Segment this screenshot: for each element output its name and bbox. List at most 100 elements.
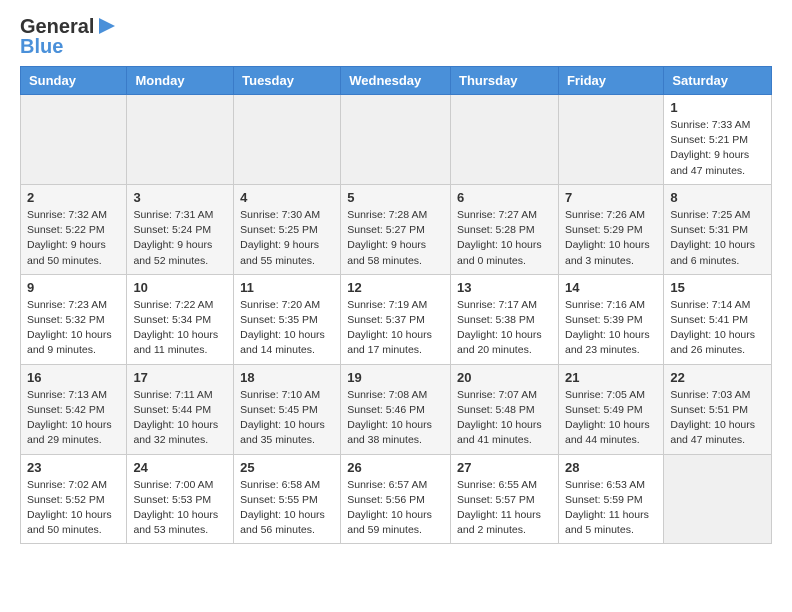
- calendar-day: [127, 95, 234, 185]
- day-info: Sunrise: 7:13 AM Sunset: 5:42 PM Dayligh…: [27, 388, 120, 449]
- day-info: Sunrise: 6:57 AM Sunset: 5:56 PM Dayligh…: [347, 478, 444, 539]
- day-number: 14: [565, 280, 657, 295]
- day-number: 16: [27, 370, 120, 385]
- day-info: Sunrise: 7:22 AM Sunset: 5:34 PM Dayligh…: [133, 298, 227, 359]
- calendar-day: 21 Sunrise: 7:05 AM Sunset: 5:49 PM Dayli…: [558, 364, 663, 454]
- day-number: 4: [240, 190, 334, 205]
- calendar-day: 8 Sunrise: 7:25 AM Sunset: 5:31 PM Daylig…: [664, 184, 772, 274]
- day-number: 7: [565, 190, 657, 205]
- day-info: Sunrise: 6:58 AM Sunset: 5:55 PM Dayligh…: [240, 478, 334, 539]
- logo-general: General: [20, 16, 94, 38]
- day-info: Sunrise: 7:31 AM Sunset: 5:24 PM Dayligh…: [133, 208, 227, 269]
- weekday-header-monday: Monday: [127, 67, 234, 95]
- calendar-day: 23 Sunrise: 7:02 AM Sunset: 5:52 PM Dayli…: [21, 454, 127, 544]
- calendar-day: 19Sunrise: 7:08 AM Sunset: 5:46 PM Dayli…: [341, 364, 451, 454]
- weekday-header-friday: Friday: [558, 67, 663, 95]
- calendar-week-1: 1 Sunrise: 7:33 AM Sunset: 5:21 PM Daylig…: [21, 95, 772, 185]
- calendar-day: 12 Sunrise: 7:19 AM Sunset: 5:37 PM Dayli…: [341, 274, 451, 364]
- calendar-day: 6 Sunrise: 7:27 AM Sunset: 5:28 PM Daylig…: [451, 184, 559, 274]
- day-info: Sunrise: 7:16 AM Sunset: 5:39 PM Dayligh…: [565, 298, 657, 359]
- day-info: Sunrise: 7:33 AM Sunset: 5:21 PM Dayligh…: [670, 118, 765, 179]
- day-number: 8: [670, 190, 765, 205]
- day-number: 22: [670, 370, 765, 385]
- day-info: Sunrise: 7:26 AM Sunset: 5:29 PM Dayligh…: [565, 208, 657, 269]
- day-info: Sunrise: 7:00 AM Sunset: 5:53 PM Dayligh…: [133, 478, 227, 539]
- day-info: Sunrise: 7:17 AM Sunset: 5:38 PM Dayligh…: [457, 298, 552, 359]
- day-info: Sunrise: 7:32 AM Sunset: 5:22 PM Dayligh…: [27, 208, 120, 269]
- day-number: 12: [347, 280, 444, 295]
- day-number: 13: [457, 280, 552, 295]
- calendar-week-4: 16 Sunrise: 7:13 AM Sunset: 5:42 PM Dayli…: [21, 364, 772, 454]
- calendar-day: 18 Sunrise: 7:10 AM Sunset: 5:45 PM Dayli…: [234, 364, 341, 454]
- calendar-day: 1 Sunrise: 7:33 AM Sunset: 5:21 PM Daylig…: [664, 95, 772, 185]
- calendar-day: [664, 454, 772, 544]
- weekday-header-sunday: Sunday: [21, 67, 127, 95]
- calendar-week-3: 9 Sunrise: 7:23 AM Sunset: 5:32 PM Daylig…: [21, 274, 772, 364]
- day-info: Sunrise: 7:05 AM Sunset: 5:49 PM Dayligh…: [565, 388, 657, 449]
- day-number: 23: [27, 460, 120, 475]
- day-number: 17: [133, 370, 227, 385]
- day-info: Sunrise: 6:55 AM Sunset: 5:57 PM Dayligh…: [457, 478, 552, 539]
- day-number: 21: [565, 370, 657, 385]
- calendar-day: 25 Sunrise: 6:58 AM Sunset: 5:55 PM Dayli…: [234, 454, 341, 544]
- calendar-day: 15 Sunrise: 7:14 AM Sunset: 5:41 PM Dayli…: [664, 274, 772, 364]
- day-number: 19: [347, 370, 444, 385]
- calendar-week-5: 23 Sunrise: 7:02 AM Sunset: 5:52 PM Dayli…: [21, 454, 772, 544]
- day-info: Sunrise: 7:23 AM Sunset: 5:32 PM Dayligh…: [27, 298, 120, 359]
- calendar-day: [341, 95, 451, 185]
- calendar-day: 3 Sunrise: 7:31 AM Sunset: 5:24 PM Daylig…: [127, 184, 234, 274]
- day-info: Sunrise: 7:19 AM Sunset: 5:37 PM Dayligh…: [347, 298, 444, 359]
- day-number: 24: [133, 460, 227, 475]
- calendar-day: 24 Sunrise: 7:00 AM Sunset: 5:53 PM Dayli…: [127, 454, 234, 544]
- calendar-day: 13 Sunrise: 7:17 AM Sunset: 5:38 PM Dayli…: [451, 274, 559, 364]
- day-number: 10: [133, 280, 227, 295]
- day-info: Sunrise: 7:02 AM Sunset: 5:52 PM Dayligh…: [27, 478, 120, 539]
- calendar-day: 22 Sunrise: 7:03 AM Sunset: 5:51 PM Dayli…: [664, 364, 772, 454]
- day-info: Sunrise: 7:27 AM Sunset: 5:28 PM Dayligh…: [457, 208, 552, 269]
- day-number: 26: [347, 460, 444, 475]
- day-info: Sunrise: 6:53 AM Sunset: 5:59 PM Dayligh…: [565, 478, 657, 539]
- calendar-day: 28 Sunrise: 6:53 AM Sunset: 5:59 PM Dayli…: [558, 454, 663, 544]
- day-info: Sunrise: 7:07 AM Sunset: 5:48 PM Dayligh…: [457, 388, 552, 449]
- day-number: 6: [457, 190, 552, 205]
- logo-arrow-icon: [97, 16, 117, 36]
- day-number: 2: [27, 190, 120, 205]
- day-number: 27: [457, 460, 552, 475]
- calendar-day: [558, 95, 663, 185]
- day-number: 25: [240, 460, 334, 475]
- day-number: 28: [565, 460, 657, 475]
- calendar-header-row: SundayMondayTuesdayWednesdayThursdayFrid…: [21, 67, 772, 95]
- logo: General Blue: [20, 16, 117, 58]
- calendar-day: 9 Sunrise: 7:23 AM Sunset: 5:32 PM Daylig…: [21, 274, 127, 364]
- day-number: 11: [240, 280, 334, 295]
- day-number: 5: [347, 190, 444, 205]
- day-number: 18: [240, 370, 334, 385]
- weekday-header-saturday: Saturday: [664, 67, 772, 95]
- day-number: 9: [27, 280, 120, 295]
- day-info: Sunrise: 7:30 AM Sunset: 5:25 PM Dayligh…: [240, 208, 334, 269]
- weekday-header-thursday: Thursday: [451, 67, 559, 95]
- day-number: 1: [670, 100, 765, 115]
- calendar-day: 5 Sunrise: 7:28 AM Sunset: 5:27 PM Daylig…: [341, 184, 451, 274]
- calendar-day: 2 Sunrise: 7:32 AM Sunset: 5:22 PM Daylig…: [21, 184, 127, 274]
- weekday-header-wednesday: Wednesday: [341, 67, 451, 95]
- page-container: General Blue SundayMondayTuesdayWednesda…: [0, 0, 792, 560]
- day-number: 20: [457, 370, 552, 385]
- calendar-day: 4 Sunrise: 7:30 AM Sunset: 5:25 PM Daylig…: [234, 184, 341, 274]
- day-info: Sunrise: 7:28 AM Sunset: 5:27 PM Dayligh…: [347, 208, 444, 269]
- calendar-day: 26 Sunrise: 6:57 AM Sunset: 5:56 PM Dayli…: [341, 454, 451, 544]
- day-info: Sunrise: 7:25 AM Sunset: 5:31 PM Dayligh…: [670, 208, 765, 269]
- day-info: Sunrise: 7:10 AM Sunset: 5:45 PM Dayligh…: [240, 388, 334, 449]
- calendar-day: [21, 95, 127, 185]
- calendar-day: [451, 95, 559, 185]
- logo-blue: Blue: [20, 36, 117, 58]
- day-info: Sunrise: 7:03 AM Sunset: 5:51 PM Dayligh…: [670, 388, 765, 449]
- page-header: General Blue: [20, 16, 772, 58]
- day-info: Sunrise: 7:14 AM Sunset: 5:41 PM Dayligh…: [670, 298, 765, 359]
- calendar-table: SundayMondayTuesdayWednesdayThursdayFrid…: [20, 66, 772, 544]
- day-number: 15: [670, 280, 765, 295]
- calendar-day: 17Sunrise: 7:11 AM Sunset: 5:44 PM Dayli…: [127, 364, 234, 454]
- calendar-day: 16 Sunrise: 7:13 AM Sunset: 5:42 PM Dayli…: [21, 364, 127, 454]
- day-number: 3: [133, 190, 227, 205]
- calendar-week-2: 2 Sunrise: 7:32 AM Sunset: 5:22 PM Daylig…: [21, 184, 772, 274]
